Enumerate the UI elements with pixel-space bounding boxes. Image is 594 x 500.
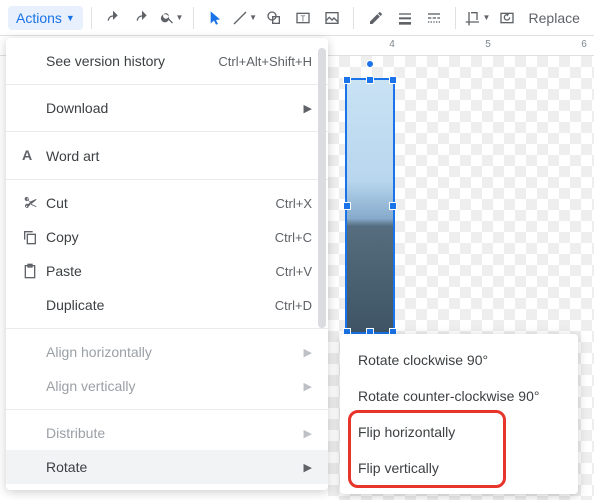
menu-item-download[interactable]: Download ▶ [6, 91, 328, 125]
line-weight-icon[interactable] [391, 4, 418, 32]
resize-handle[interactable] [343, 76, 351, 84]
resize-handle[interactable] [389, 76, 397, 84]
submenu-item-flip-horizontally[interactable]: Flip horizontally [340, 414, 578, 450]
select-tool-icon[interactable] [202, 4, 229, 32]
menu-label: Copy [46, 229, 275, 245]
menu-label: Distribute [46, 425, 304, 441]
toolbar: Actions ▼ ▼ ▼ T ▼ Replace [0, 0, 594, 36]
menu-label: Cut [46, 195, 276, 211]
menu-separator [6, 131, 328, 132]
shortcut-label: Ctrl+X [276, 196, 312, 211]
menu-label: See version history [46, 53, 218, 69]
selected-image[interactable] [345, 78, 395, 334]
line-style-icon[interactable] [420, 4, 447, 32]
menu-label: Align vertically [46, 378, 304, 394]
shape-tool-icon[interactable] [260, 4, 287, 32]
separator [455, 7, 456, 29]
replace-image-button[interactable]: Replace [523, 10, 586, 26]
menu-item-duplicate[interactable]: Duplicate Ctrl+D [6, 288, 328, 322]
menu-separator [6, 328, 328, 329]
ruler-tick: 4 [389, 39, 395, 50]
copy-icon [22, 229, 46, 245]
menu-item-cut[interactable]: Cut Ctrl+X [6, 186, 328, 220]
line-tool-icon[interactable]: ▼ [231, 4, 258, 32]
word-art-icon: A [22, 147, 46, 164]
submenu-item-rotate-ccw[interactable]: Rotate counter-clockwise 90° [340, 378, 578, 414]
scissors-icon [22, 195, 46, 211]
menu-item-word-art[interactable]: A Word art [6, 138, 328, 173]
menu-item-copy[interactable]: Copy Ctrl+C [6, 220, 328, 254]
menu-label: Paste [46, 263, 276, 279]
shortcut-label: Ctrl+Alt+Shift+H [218, 54, 312, 69]
crop-icon[interactable]: ▼ [464, 4, 491, 32]
menu-separator [6, 84, 328, 85]
caret-down-icon: ▼ [66, 13, 75, 23]
actions-button[interactable]: Actions ▼ [8, 6, 83, 30]
menu-label: Rotate [46, 459, 304, 475]
textbox-tool-icon[interactable]: T [289, 4, 316, 32]
caret-down-icon: ▼ [249, 13, 257, 22]
submenu-arrow-icon: ▶ [304, 461, 312, 474]
actions-menu: See version history Ctrl+Alt+Shift+H Dow… [6, 38, 328, 490]
submenu-arrow-icon: ▶ [304, 380, 312, 393]
menu-label: Duplicate [46, 297, 275, 313]
menu-item-version-history[interactable]: See version history Ctrl+Alt+Shift+H [6, 44, 328, 78]
rotate-submenu: Rotate clockwise 90° Rotate counter-cloc… [340, 334, 578, 494]
resize-handle[interactable] [389, 202, 397, 210]
resize-handle[interactable] [343, 202, 351, 210]
separator [91, 7, 92, 29]
menu-label: Word art [46, 148, 312, 164]
menu-item-distribute: Distribute ▶ [6, 416, 328, 450]
redo-icon[interactable] [129, 4, 156, 32]
menu-label: Download [46, 100, 304, 116]
submenu-arrow-icon: ▶ [304, 346, 312, 359]
svg-text:T: T [300, 14, 305, 23]
ruler-tick: 6 [581, 39, 587, 50]
submenu-arrow-icon: ▶ [304, 427, 312, 440]
resize-handle[interactable] [366, 76, 374, 84]
actions-label: Actions [16, 10, 62, 26]
menu-item-align-horizontally: Align horizontally ▶ [6, 335, 328, 369]
caret-down-icon: ▼ [482, 13, 490, 22]
image-tool-icon[interactable] [318, 4, 345, 32]
shortcut-label: Ctrl+C [275, 230, 312, 245]
menu-separator [6, 409, 328, 410]
undo-icon[interactable] [100, 4, 127, 32]
submenu-item-flip-vertically[interactable]: Flip vertically [340, 450, 578, 486]
menu-label: Align horizontally [46, 344, 304, 360]
separator [353, 7, 354, 29]
menu-item-align-vertically: Align vertically ▶ [6, 369, 328, 403]
zoom-icon[interactable]: ▼ [158, 4, 185, 32]
ruler-tick: 5 [485, 39, 491, 50]
caret-down-icon: ▼ [176, 13, 184, 22]
shortcut-label: Ctrl+V [276, 264, 312, 279]
submenu-item-rotate-cw[interactable]: Rotate clockwise 90° [340, 342, 578, 378]
scrollbar[interactable] [318, 48, 326, 328]
reset-image-icon[interactable] [493, 4, 520, 32]
clipboard-icon [22, 263, 46, 279]
svg-text:A: A [22, 148, 32, 164]
menu-item-paste[interactable]: Paste Ctrl+V [6, 254, 328, 288]
pen-icon[interactable] [362, 4, 389, 32]
rotate-handle[interactable] [366, 60, 374, 68]
separator [193, 7, 194, 29]
submenu-arrow-icon: ▶ [304, 102, 312, 115]
menu-separator [6, 179, 328, 180]
shortcut-label: Ctrl+D [275, 298, 312, 313]
menu-item-rotate[interactable]: Rotate ▶ [6, 450, 328, 484]
